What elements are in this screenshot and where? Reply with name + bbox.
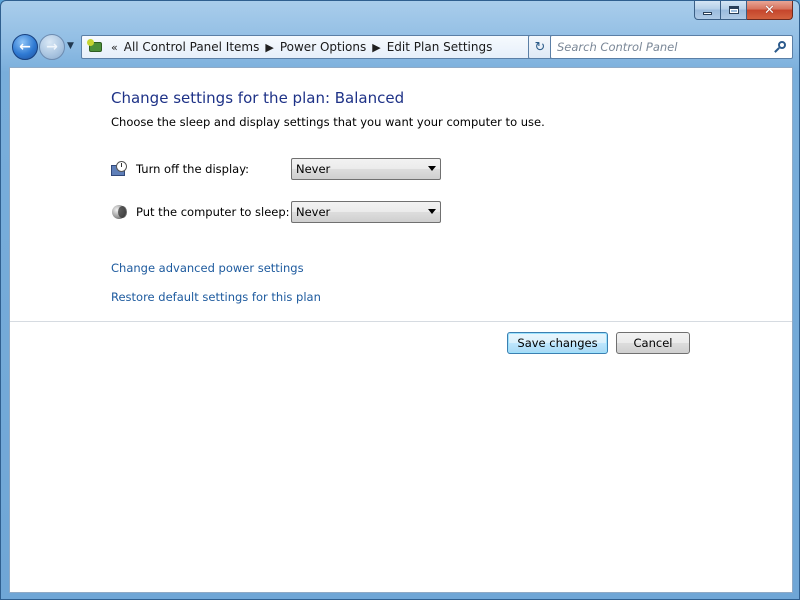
- sleep-select[interactable]: Never: [291, 201, 441, 223]
- breadcrumb-edit-plan-settings[interactable]: Edit Plan Settings: [387, 40, 493, 54]
- page-subtitle: Choose the sleep and display settings th…: [111, 115, 545, 129]
- close-icon: ✕: [764, 2, 775, 18]
- minimize-button[interactable]: [694, 1, 721, 20]
- breadcrumb-power-options[interactable]: Power Options: [280, 40, 366, 54]
- maximize-button[interactable]: [721, 1, 747, 20]
- advanced-power-settings-link[interactable]: Change advanced power settings: [111, 261, 304, 275]
- sleep-moon-icon: [111, 204, 127, 220]
- breadcrumb-separator-icon[interactable]: ▶: [265, 41, 273, 54]
- save-changes-button[interactable]: Save changes: [507, 332, 608, 354]
- breadcrumb-overflow[interactable]: «: [111, 41, 118, 54]
- forward-button[interactable]: →: [39, 34, 65, 60]
- address-bar[interactable]: « All Control Panel Items ▶ Power Option…: [81, 35, 544, 59]
- display-clock-icon: [111, 161, 127, 177]
- sleep-value: Never: [296, 205, 331, 219]
- search-icon[interactable]: [774, 41, 786, 53]
- breadcrumb-all-control-panel-items[interactable]: All Control Panel Items: [124, 40, 260, 54]
- sleep-label: Put the computer to sleep:: [136, 205, 290, 219]
- breadcrumb-separator-icon[interactable]: ▶: [372, 41, 380, 54]
- control-panel-icon: [87, 39, 105, 55]
- arrow-left-icon: ←: [19, 39, 31, 55]
- page-title: Change settings for the plan: Balanced: [111, 89, 405, 107]
- display-off-value: Never: [296, 162, 331, 176]
- dropdown-arrow-icon: [428, 166, 436, 171]
- maximize-icon: [728, 6, 739, 14]
- dropdown-arrow-icon: [428, 209, 436, 214]
- recent-pages-button[interactable]: ▼: [67, 41, 74, 51]
- close-button[interactable]: ✕: [747, 1, 793, 20]
- caption-buttons: ✕: [694, 1, 793, 21]
- back-button[interactable]: ←: [12, 34, 38, 60]
- arrow-right-icon: →: [46, 39, 58, 55]
- refresh-icon: ↻: [534, 39, 546, 55]
- display-off-select[interactable]: Never: [291, 158, 441, 180]
- search-box[interactable]: [550, 35, 793, 59]
- setting-row-display: Turn off the display:: [111, 158, 249, 180]
- restore-defaults-link[interactable]: Restore default settings for this plan: [111, 290, 321, 304]
- divider: [10, 321, 792, 322]
- navigation-bar: ← → ▼ « All Control Panel Items ▶ Power …: [9, 31, 793, 63]
- cancel-button[interactable]: Cancel: [616, 332, 690, 354]
- setting-row-sleep: Put the computer to sleep:: [111, 201, 290, 223]
- minimize-icon: [703, 11, 712, 15]
- chevron-down-icon: ▼: [67, 41, 74, 51]
- search-input[interactable]: [557, 40, 767, 54]
- window-frame: ✕ ← → ▼ « All Control Panel Items ▶ Powe…: [0, 0, 800, 600]
- display-off-label: Turn off the display:: [136, 162, 250, 176]
- content-pane: Change settings for the plan: Balanced C…: [9, 67, 793, 593]
- refresh-button[interactable]: ↻: [528, 35, 552, 59]
